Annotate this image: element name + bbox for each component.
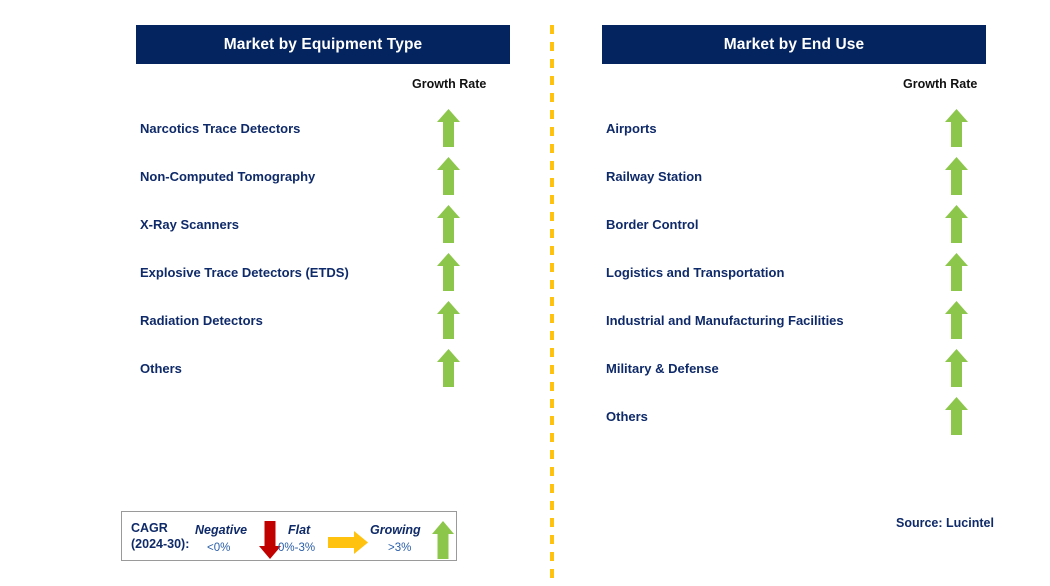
column-divider xyxy=(550,25,554,580)
item-label: X-Ray Scanners xyxy=(140,216,239,232)
item-label: Logistics and Transportation xyxy=(606,264,785,280)
item-label: Narcotics Trace Detectors xyxy=(140,120,301,136)
growth-rate-caption-right: Growth Rate xyxy=(903,77,978,91)
list-item[interactable]: Explosive Trace Detectors (ETDS) xyxy=(140,248,460,296)
panel-title-equipment-type: Market by Equipment Type xyxy=(223,35,423,53)
item-label: Non-Computed Tomography xyxy=(140,168,316,184)
legend-title-line1: CAGR xyxy=(131,521,168,535)
arrow-up-icon xyxy=(432,521,454,564)
arrow-right-icon xyxy=(328,531,368,559)
growth-rate-caption-left: Growth Rate xyxy=(412,77,487,91)
list-item[interactable]: Non-Computed Tomography xyxy=(140,152,460,200)
item-label: Airports xyxy=(606,120,657,136)
arrow-up-icon xyxy=(437,349,460,387)
list-item[interactable]: Border Control xyxy=(606,200,968,248)
legend-title-line2: (2024-30): xyxy=(131,537,190,551)
arrow-up-icon xyxy=(945,301,968,339)
item-list-end-use: Airports Railway Station Border Control xyxy=(606,104,968,440)
list-item[interactable]: Military & Defense xyxy=(606,344,968,392)
list-item[interactable]: Narcotics Trace Detectors xyxy=(140,104,460,152)
arrow-up-icon xyxy=(945,109,968,147)
item-list-equipment-type: Narcotics Trace Detectors Non-Computed T… xyxy=(140,104,460,392)
panel-header-equipment-type: Market by Equipment Type xyxy=(136,25,510,64)
list-item[interactable]: X-Ray Scanners xyxy=(140,200,460,248)
legend-range-negative: <0% xyxy=(207,542,231,554)
arrow-up-icon xyxy=(945,397,968,435)
list-item[interactable]: Logistics and Transportation xyxy=(606,248,968,296)
list-item[interactable]: Others xyxy=(140,344,460,392)
legend-word-negative: Negative xyxy=(195,523,248,537)
arrow-up-icon xyxy=(437,157,460,195)
legend-range-growing: >3% xyxy=(388,542,412,554)
arrow-up-icon xyxy=(437,253,460,291)
infographic-canvas: Market by Equipment Type Growth Rate Nar… xyxy=(0,0,1050,586)
source-note: Source: Lucintel xyxy=(896,516,994,530)
item-label: Others xyxy=(140,360,182,376)
arrow-up-icon xyxy=(945,349,968,387)
list-item[interactable]: Airports xyxy=(606,104,968,152)
item-label: Explosive Trace Detectors (ETDS) xyxy=(140,264,349,280)
item-label: Industrial and Manufacturing Facilities xyxy=(606,312,844,328)
legend-title: CAGR (2024-30): xyxy=(131,520,189,552)
list-item[interactable]: Industrial and Manufacturing Facilities xyxy=(606,296,968,344)
panel-title-end-use: Market by End Use xyxy=(723,35,865,53)
legend-word-flat: Flat xyxy=(288,523,311,537)
arrow-up-icon xyxy=(437,205,460,243)
legend-word-growing: Growing xyxy=(370,523,421,537)
item-label: Railway Station xyxy=(606,168,703,184)
list-item[interactable]: Others xyxy=(606,392,968,440)
list-item[interactable]: Radiation Detectors xyxy=(140,296,460,344)
arrow-up-icon xyxy=(437,109,460,147)
arrow-up-icon xyxy=(945,157,968,195)
list-item[interactable]: Railway Station xyxy=(606,152,968,200)
panel-header-end-use: Market by End Use xyxy=(602,25,986,64)
item-label: Others xyxy=(606,408,648,424)
item-label: Military & Defense xyxy=(606,360,719,376)
item-label: Border Control xyxy=(606,216,699,232)
arrow-up-icon xyxy=(437,301,460,339)
cagr-legend: CAGR (2024-30): Negative <0% Flat 0%-3% xyxy=(121,511,457,561)
arrow-up-icon xyxy=(945,205,968,243)
arrow-up-icon xyxy=(945,253,968,291)
legend-range-flat: 0%-3% xyxy=(278,542,316,554)
item-label: Radiation Detectors xyxy=(140,312,263,328)
